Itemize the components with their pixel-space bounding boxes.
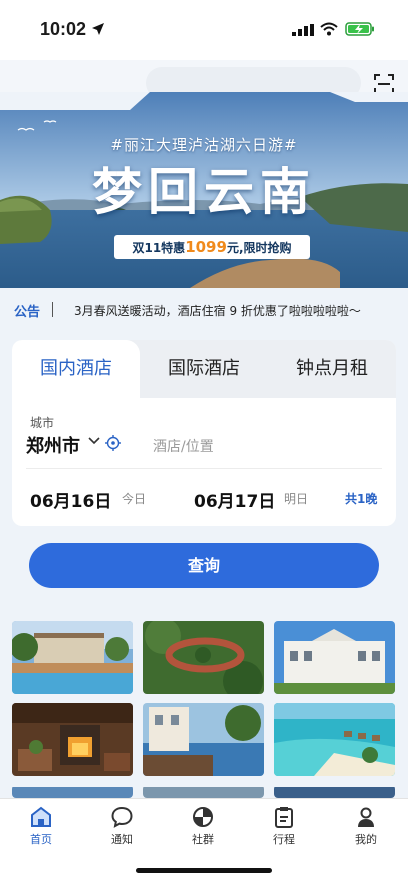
tab-domestic-hotel[interactable]: 国内酒店 bbox=[12, 340, 140, 398]
nav-item-itinerary[interactable]: 行程 bbox=[254, 805, 314, 847]
hotel-photo-tile[interactable] bbox=[274, 785, 395, 798]
cliffside-villa-image bbox=[143, 703, 264, 776]
promo-suffix: 元,限时抢购 bbox=[226, 241, 292, 255]
checkin-date[interactable]: 06月16日 bbox=[30, 487, 111, 512]
nav-item-home[interactable]: 首页 bbox=[11, 805, 71, 847]
nav-label-community: 社群 bbox=[192, 833, 214, 846]
chevron-down-icon[interactable] bbox=[88, 436, 100, 446]
notice-label: 公告 bbox=[14, 305, 41, 320]
community-icon bbox=[193, 807, 213, 827]
checkin-day: 今日 bbox=[122, 492, 147, 506]
banner-promo-label: 双11特惠1099元,限时抢购 bbox=[114, 235, 310, 259]
hotel-photo-tile[interactable] bbox=[274, 703, 395, 776]
status-bar: 10:02 bbox=[0, 0, 408, 60]
nav-item-profile[interactable]: 我的 bbox=[336, 805, 396, 847]
hotel-photo-tile[interactable] bbox=[143, 621, 264, 694]
message-icon bbox=[111, 806, 133, 828]
nights-count: 共1晚 bbox=[345, 492, 378, 506]
cellular-signal-icon bbox=[292, 24, 314, 36]
home-icon bbox=[31, 806, 51, 827]
notice-divider bbox=[52, 302, 53, 317]
hotel-photo-image bbox=[12, 787, 133, 798]
hotel-photo-tile[interactable] bbox=[143, 785, 264, 798]
nav-item-community[interactable]: 社群 bbox=[173, 805, 233, 847]
hotel-photo-tile[interactable] bbox=[12, 703, 133, 776]
scan-icon[interactable] bbox=[374, 74, 394, 94]
hotel-photo-image bbox=[274, 787, 395, 798]
tab-hourly-monthly[interactable]: 钟点月租 bbox=[268, 340, 396, 398]
status-time: 10:02 bbox=[40, 19, 87, 39]
home-indicator bbox=[136, 868, 272, 873]
hotel-photo-tile[interactable] bbox=[12, 785, 133, 798]
clipboard-icon bbox=[275, 807, 293, 828]
nav-item-notifications[interactable]: 通知 bbox=[92, 805, 152, 847]
hotel-booking-card: 国内酒店 国际酒店 钟点月租 城市 郑州市 酒店/位置 06月16日 今日 06… bbox=[12, 340, 396, 526]
fireplace-lounge-image bbox=[12, 703, 133, 776]
forest-resort-image bbox=[143, 621, 264, 694]
hotel-photo-image bbox=[143, 787, 264, 798]
nav-label-home: 首页 bbox=[30, 833, 52, 846]
promo-prefix: 双11特惠 bbox=[132, 241, 186, 255]
hotel-photo-tile[interactable] bbox=[143, 703, 264, 776]
hotel-photo-tile[interactable] bbox=[12, 621, 133, 694]
locate-icon[interactable] bbox=[105, 435, 121, 451]
nav-label-profile: 我的 bbox=[355, 833, 377, 846]
resort-pool-image bbox=[12, 621, 133, 694]
nav-label-itinerary: 行程 bbox=[273, 833, 295, 846]
city-label: 城市 bbox=[30, 416, 55, 430]
banner-title: 梦回云南 bbox=[92, 162, 316, 221]
query-button[interactable]: 查询 bbox=[29, 543, 379, 588]
promo-banner[interactable]: #丽江大理泸沽湖六日游# 梦回云南 双11特惠1099元,限时抢购 bbox=[0, 92, 408, 288]
checkout-day: 明日 bbox=[284, 492, 309, 506]
notice-bar[interactable]: 公告 3月春风送暖活动，酒店住宿 9 折优惠了啦啦啦啦啦～ bbox=[0, 292, 408, 328]
divider bbox=[26, 468, 382, 469]
checkout-date[interactable]: 06月17日 bbox=[194, 487, 275, 512]
hotel-type-tabs: 国内酒店 国际酒店 钟点月租 bbox=[12, 340, 396, 398]
city-selector[interactable]: 郑州市 bbox=[26, 432, 80, 458]
battery-charging-icon bbox=[345, 22, 374, 36]
colonial-hotel-image bbox=[274, 621, 395, 694]
promo-price: 1099 bbox=[185, 238, 227, 256]
wifi-icon bbox=[320, 22, 338, 36]
hotel-location-input[interactable]: 酒店/位置 bbox=[153, 436, 214, 456]
tab-international-hotel[interactable]: 国际酒店 bbox=[140, 340, 268, 398]
nav-label-notifications: 通知 bbox=[111, 833, 133, 846]
notice-text: 3月春风送暖活动，酒店住宿 9 折优惠了啦啦啦啦啦～ bbox=[74, 304, 361, 318]
user-icon bbox=[358, 807, 374, 827]
location-arrow-icon bbox=[92, 23, 104, 35]
hotel-photo-tile[interactable] bbox=[274, 621, 395, 694]
ocean-villa-image bbox=[274, 703, 395, 776]
